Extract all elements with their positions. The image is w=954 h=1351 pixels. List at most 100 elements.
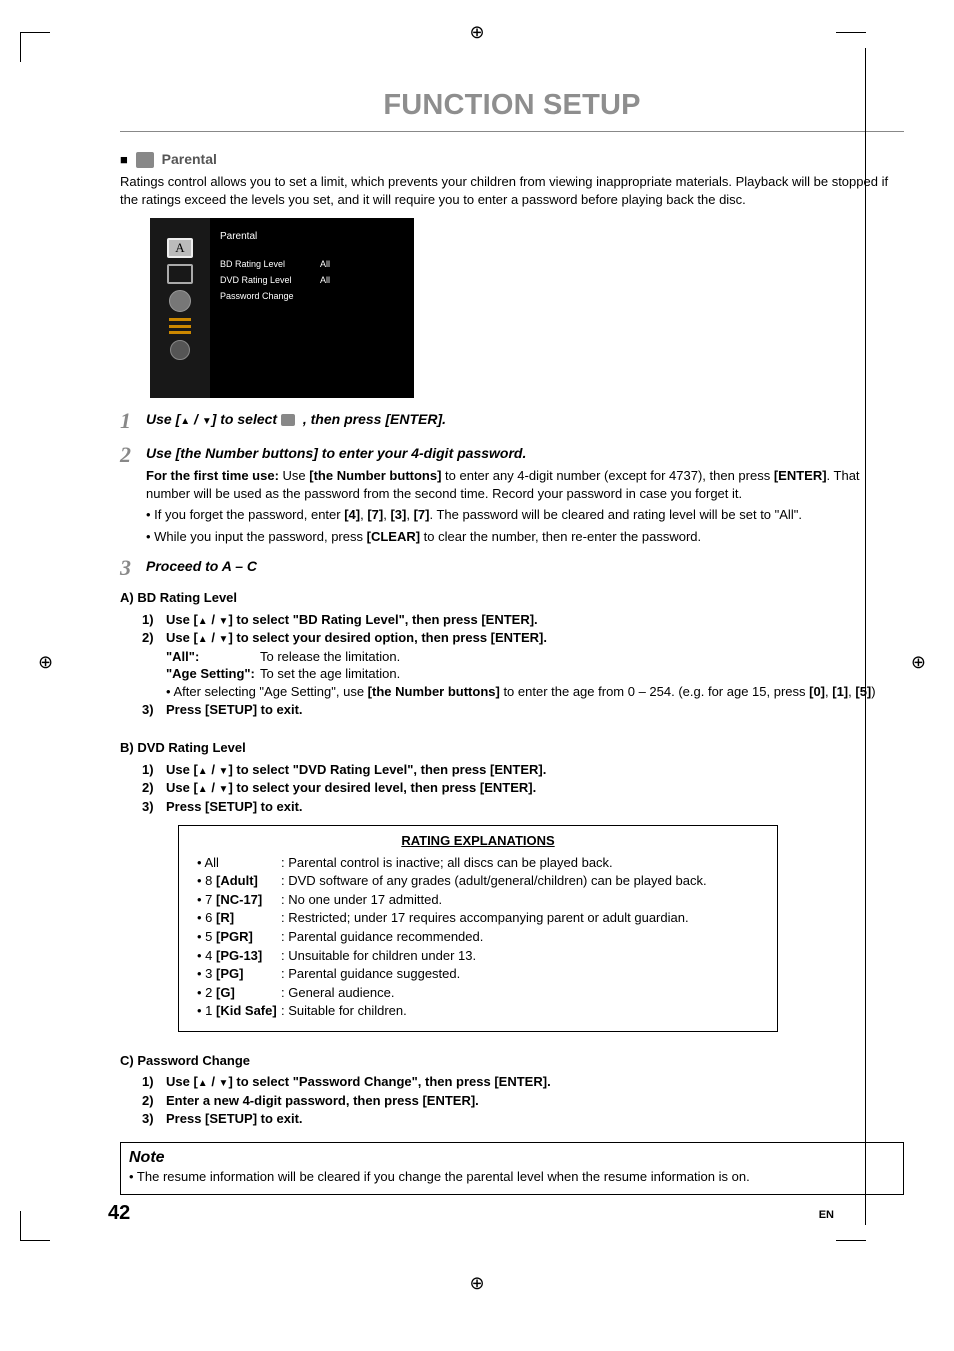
rating-name: • 1 [Kid Safe] — [197, 1002, 281, 1020]
rating-row: • 6 [R]: Restricted; under 17 requires a… — [197, 909, 759, 927]
registration-mark-icon: ⊕ — [38, 650, 53, 674]
osd-label: DVD Rating Level — [220, 274, 320, 286]
list-item: Use [▲ / ▼] to select "BD Rating Level",… — [166, 611, 904, 629]
square-bullet-icon: ■ — [120, 152, 128, 167]
list-item: Press [SETUP] to exit. — [166, 701, 904, 719]
osd-value: All — [320, 274, 330, 286]
option-text: To set the age limitation. — [260, 665, 400, 683]
crop-mark-icon — [836, 32, 866, 33]
rating-desc: : Restricted; under 17 requires accompan… — [281, 909, 759, 927]
step-text: • If you forget the password, enter [4],… — [146, 506, 904, 524]
step-title: Use [▲ / ▼] to select , then press [ENTE… — [146, 410, 904, 429]
up-triangle-icon: ▲ — [198, 784, 208, 795]
parental-lock-icon — [281, 414, 295, 426]
subsection-a-list: 1) Use [▲ / ▼] to select "BD Rating Leve… — [142, 611, 904, 719]
down-triangle-icon: ▼ — [219, 616, 229, 627]
rating-row: • 3 [PG]: Parental guidance suggested. — [197, 965, 759, 983]
up-triangle-icon: ▲ — [198, 616, 208, 627]
rating-desc: : DVD software of any grades (adult/gene… — [281, 872, 759, 890]
step-number: 2 — [120, 444, 146, 545]
down-triangle-icon: ▼ — [219, 1078, 229, 1089]
option-label: "Age Setting": — [166, 665, 260, 683]
rating-desc: : No one under 17 admitted. — [281, 891, 759, 909]
rating-row: • 2 [G]: General audience. — [197, 984, 759, 1002]
subsection-b-heading: B) DVD Rating Level — [120, 739, 904, 757]
step-title: Proceed to A – C — [146, 557, 904, 576]
rating-row: • 8 [Adult]: DVD software of any grades … — [197, 872, 759, 890]
note-box: Note • The resume information will be cl… — [120, 1142, 904, 1195]
rating-name: • All — [197, 854, 281, 872]
option-text: To release the limitation. — [260, 648, 400, 666]
option-label: "All": — [166, 648, 260, 666]
rating-desc: : Unsuitable for children under 13. — [281, 947, 759, 965]
step-3: 3 Proceed to A – C — [120, 557, 904, 579]
osd-heading: Parental — [220, 226, 404, 256]
page-title: FUNCTION SETUP — [120, 36, 904, 132]
osd-label: Password Change — [220, 290, 320, 302]
osd-row: Password Change — [220, 288, 404, 304]
up-triangle-icon: ▲ — [180, 416, 190, 427]
osd-sidebar-icon — [169, 318, 191, 334]
rating-name: • 3 [PG] — [197, 965, 281, 983]
step-2: 2 Use [the Number buttons] to enter your… — [120, 444, 904, 545]
age-note: • After selecting "Age Setting", use [th… — [166, 683, 904, 701]
up-triangle-icon: ▲ — [198, 1078, 208, 1089]
list-item: Use [▲ / ▼] to select "Password Change",… — [166, 1073, 904, 1091]
osd-value: All — [320, 258, 330, 270]
intro-text: Ratings control allows you to set a limi… — [120, 173, 904, 208]
osd-row: BD Rating Level All — [220, 256, 404, 272]
list-item: Press [SETUP] to exit. — [166, 1110, 904, 1128]
rating-desc: : General audience. — [281, 984, 759, 1002]
step-number: 1 — [120, 410, 146, 432]
step-title: Use [the Number buttons] to enter your 4… — [146, 444, 904, 463]
osd-sidebar-icon — [170, 340, 190, 360]
osd-sidebar-icon — [169, 290, 191, 312]
rating-explanations-box: RATING EXPLANATIONS • All: Parental cont… — [178, 825, 778, 1031]
rating-title: RATING EXPLANATIONS — [197, 832, 759, 850]
parental-lock-icon — [136, 152, 154, 168]
crop-mark-icon — [865, 48, 866, 1225]
language-code: EN — [819, 1208, 834, 1223]
rating-name: • 6 [R] — [197, 909, 281, 927]
rating-desc: : Parental control is inactive; all disc… — [281, 854, 759, 872]
crop-mark-icon — [20, 32, 50, 62]
down-triangle-icon: ▼ — [219, 766, 229, 777]
rating-desc: : Parental guidance recommended. — [281, 928, 759, 946]
subsection-c-heading: C) Password Change — [120, 1052, 904, 1070]
step-1: 1 Use [▲ / ▼] to select , then press [EN… — [120, 410, 904, 432]
down-triangle-icon: ▼ — [219, 784, 229, 795]
rating-row: • 4 [PG-13]: Unsuitable for children und… — [197, 947, 759, 965]
osd-sidebar-icon: A — [167, 238, 193, 258]
option-row: "All": To release the limitation. — [166, 648, 904, 666]
page-number: 42 — [108, 1200, 130, 1227]
rating-desc: : Suitable for children. — [281, 1002, 759, 1020]
down-triangle-icon: ▼ — [219, 634, 229, 645]
osd-row: DVD Rating Level All — [220, 272, 404, 288]
rating-desc: : Parental guidance suggested. — [281, 965, 759, 983]
note-heading: Note — [129, 1147, 895, 1169]
manual-page: ⊕ ⊕ ⊕ ⊕ FUNCTION SETUP ■ Parental Rating… — [0, 0, 954, 1351]
crop-mark-icon — [20, 1211, 50, 1241]
subsection-c-list: 1) Use [▲ / ▼] to select "Password Chang… — [142, 1073, 904, 1128]
rating-name: • 4 [PG-13] — [197, 947, 281, 965]
rating-name: • 7 [NC-17] — [197, 891, 281, 909]
rating-row: • All: Parental control is inactive; all… — [197, 854, 759, 872]
list-item: Use [▲ / ▼] to select your desired level… — [166, 779, 904, 797]
rating-row: • 1 [Kid Safe]: Suitable for children. — [197, 1002, 759, 1020]
osd-main: Parental BD Rating Level All DVD Rating … — [210, 218, 414, 398]
registration-mark-icon: ⊕ — [469, 20, 484, 44]
down-triangle-icon: ▼ — [202, 416, 212, 427]
osd-sidebar-icon — [167, 264, 193, 284]
up-triangle-icon: ▲ — [198, 634, 208, 645]
section-heading: ■ Parental — [120, 150, 904, 169]
osd-label: BD Rating Level — [220, 258, 320, 270]
step-number: 3 — [120, 557, 146, 579]
section-heading-text: Parental — [162, 151, 217, 167]
rating-name: • 8 [Adult] — [197, 872, 281, 890]
rating-row: • 7 [NC-17]: No one under 17 admitted. — [197, 891, 759, 909]
osd-screenshot: A Parental BD Rating Level All DVD Ratin… — [150, 218, 414, 398]
option-row: "Age Setting": To set the age limitation… — [166, 665, 904, 683]
subsection-a-heading: A) BD Rating Level — [120, 589, 904, 607]
registration-mark-icon: ⊕ — [469, 1271, 484, 1295]
rating-name: • 2 [G] — [197, 984, 281, 1002]
